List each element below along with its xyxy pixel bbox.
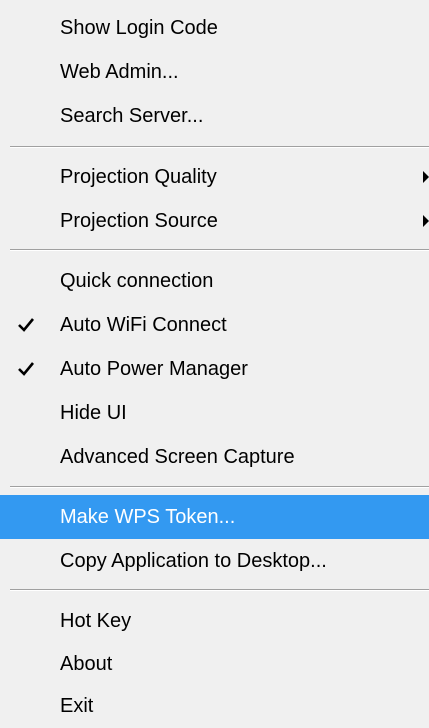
check-icon xyxy=(18,318,35,332)
menu-item-label: Make WPS Token... xyxy=(60,506,236,528)
menu-item-label: Projection Source xyxy=(60,210,218,232)
menu-item-auto-wifi-connect[interactable]: Auto WiFi Connect xyxy=(0,303,429,347)
menu-item-projection-source[interactable]: Projection Source xyxy=(0,199,429,243)
menu-item-hide-ui[interactable]: Hide UI xyxy=(0,391,429,435)
menu-item-label: Search Server... xyxy=(60,105,204,127)
menu-item-search-server[interactable]: Search Server... xyxy=(0,94,429,138)
menu-item-exit[interactable]: Exit xyxy=(0,684,429,728)
menu-item-label: Hide UI xyxy=(60,402,127,424)
menu-item-label: Exit xyxy=(60,695,94,717)
menu-item-projection-quality[interactable]: Projection Quality xyxy=(0,155,429,199)
menu-item-label: Advanced Screen Capture xyxy=(60,446,295,468)
menu-item-label: Web Admin... xyxy=(60,61,179,83)
menu-item-hot-key[interactable]: Hot Key xyxy=(0,599,429,643)
menu-item-about[interactable]: About xyxy=(0,642,429,686)
menu-item-show-login-code[interactable]: Show Login Code xyxy=(0,6,429,50)
menu-item-copy-application-to-desktop[interactable]: Copy Application to Desktop... xyxy=(0,539,429,583)
menu-item-web-admin[interactable]: Web Admin... xyxy=(0,50,429,94)
menu-item-advanced-screen-capture[interactable]: Advanced Screen Capture xyxy=(0,435,429,479)
menu-item-label: Auto Power Manager xyxy=(60,358,248,380)
menu-item-auto-power-manager[interactable]: Auto Power Manager xyxy=(0,347,429,391)
menu-separator xyxy=(10,589,429,591)
menu-item-label: Auto WiFi Connect xyxy=(60,314,227,336)
menu-item-label: Copy Application to Desktop... xyxy=(60,550,327,572)
menu-separator xyxy=(10,249,429,251)
menu-separator xyxy=(10,486,429,488)
menu-item-label: Projection Quality xyxy=(60,166,217,188)
submenu-arrow-icon xyxy=(423,215,429,227)
submenu-arrow-icon xyxy=(423,171,429,183)
menu-item-quick-connection[interactable]: Quick connection xyxy=(0,259,429,303)
menu-item-make-wps-token[interactable]: Make WPS Token... xyxy=(0,495,429,539)
menu-separator xyxy=(10,146,429,148)
menu-item-label: About xyxy=(60,653,113,675)
menu-item-label: Show Login Code xyxy=(60,17,218,39)
menu-item-label: Hot Key xyxy=(60,610,132,632)
context-menu: Show Login Code Web Admin... Search Serv… xyxy=(0,0,429,728)
menu-item-label: Quick connection xyxy=(60,270,214,292)
check-icon xyxy=(18,362,35,376)
